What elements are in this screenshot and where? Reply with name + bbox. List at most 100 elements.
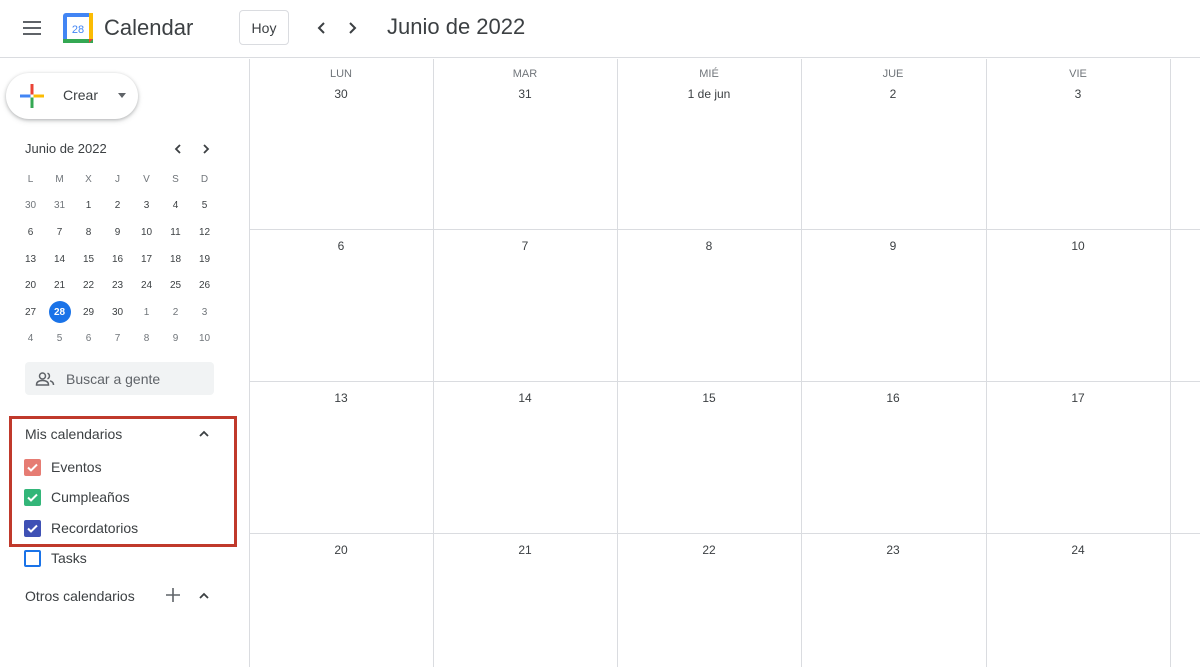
- mini-calendar-day[interactable]: 1: [74, 193, 103, 220]
- grid-line: [1170, 59, 1171, 667]
- day-number[interactable]: 21: [433, 543, 617, 557]
- checkbox-checked-icon[interactable]: [24, 458, 41, 476]
- mini-calendar-day[interactable]: 29: [74, 299, 103, 326]
- grid-line: [249, 381, 1200, 382]
- day-number[interactable]: 22: [617, 543, 801, 557]
- other-calendars-title[interactable]: Otros calendarios: [25, 588, 135, 604]
- mini-calendar-day[interactable]: 30: [103, 299, 132, 326]
- calendar-item-label: Cumpleaños: [51, 489, 130, 505]
- day-number[interactable]: 9: [801, 239, 985, 253]
- mini-calendar-day[interactable]: 20: [16, 272, 45, 299]
- mini-calendar-day[interactable]: 16: [103, 246, 132, 273]
- day-number[interactable]: 24: [986, 543, 1170, 557]
- create-button-label: Crear: [63, 87, 99, 103]
- mini-calendar-day[interactable]: 3: [132, 193, 161, 220]
- mini-calendar-day[interactable]: 27: [16, 299, 45, 326]
- mini-calendar: L M X J V S D 30 31 1 2 3 4 5 6 7 8 9 10 11 12 13 14 15 16 17 18 19…: [16, 166, 219, 352]
- calendar-item-cumpleanos[interactable]: Cumpleaños: [24, 487, 130, 507]
- mini-calendar-day[interactable]: 28: [45, 299, 74, 326]
- app-title: Calendar: [104, 15, 194, 40]
- mini-calendar-day[interactable]: 25: [161, 272, 190, 299]
- mini-calendar-day[interactable]: 2: [161, 299, 190, 326]
- mini-calendar-day[interactable]: 17: [132, 246, 161, 273]
- calendar-item-eventos[interactable]: Eventos: [24, 457, 102, 477]
- day-number[interactable]: 30: [249, 87, 433, 101]
- day-number[interactable]: 1 de jun: [617, 87, 801, 101]
- day-number[interactable]: 6: [249, 239, 433, 253]
- day-number[interactable]: 10: [986, 239, 1170, 253]
- mini-calendar-day[interactable]: 13: [16, 246, 45, 273]
- day-number[interactable]: 16: [801, 391, 985, 405]
- day-number[interactable]: 15: [617, 391, 801, 405]
- next-period-button[interactable]: [338, 14, 366, 42]
- mini-calendar-day[interactable]: 4: [16, 326, 45, 353]
- day-header-tue: MAR: [512, 68, 538, 80]
- mini-calendar-day[interactable]: 30: [16, 193, 45, 220]
- mini-calendar-day[interactable]: 2: [103, 193, 132, 220]
- day-number[interactable]: 3: [986, 87, 1170, 101]
- mini-calendar-day[interactable]: 15: [74, 246, 103, 273]
- people-search-input[interactable]: Buscar a gente: [25, 362, 214, 395]
- mini-calendar-day[interactable]: 24: [132, 272, 161, 299]
- mini-calendar-day[interactable]: 9: [103, 219, 132, 246]
- calendar-item-tasks[interactable]: Tasks: [24, 548, 87, 568]
- day-number[interactable]: 20: [249, 543, 433, 557]
- mini-calendar-day[interactable]: 18: [161, 246, 190, 273]
- day-number[interactable]: 13: [249, 391, 433, 405]
- mini-calendar-previous-button[interactable]: [168, 139, 188, 159]
- mini-calendar-day[interactable]: 21: [45, 272, 74, 299]
- mini-calendar-day[interactable]: 6: [16, 219, 45, 246]
- mini-calendar-day[interactable]: 8: [74, 219, 103, 246]
- day-number[interactable]: 7: [433, 239, 617, 253]
- grid-line: [801, 59, 802, 667]
- mini-calendar-day[interactable]: 31: [45, 193, 74, 220]
- day-number[interactable]: 31: [433, 87, 617, 101]
- my-calendars-collapse-button[interactable]: [194, 424, 214, 444]
- mini-calendar-day[interactable]: 5: [45, 326, 74, 353]
- main-menu-icon[interactable]: [14, 10, 50, 46]
- mini-calendar-week: 6 7 8 9 10 11 12: [16, 219, 219, 246]
- mini-calendar-day[interactable]: 3: [190, 299, 219, 326]
- day-number[interactable]: 14: [433, 391, 617, 405]
- other-calendars-collapse-button[interactable]: [194, 586, 214, 606]
- day-number[interactable]: 8: [617, 239, 801, 253]
- mini-calendar-day[interactable]: 7: [103, 326, 132, 353]
- today-button[interactable]: Hoy: [239, 10, 289, 45]
- mini-calendar-day[interactable]: 11: [161, 219, 190, 246]
- grid-line: [249, 533, 1200, 534]
- mini-calendar-day[interactable]: 10: [190, 326, 219, 353]
- add-calendar-plus-icon[interactable]: [164, 586, 182, 604]
- mini-calendar-day[interactable]: 5: [190, 193, 219, 220]
- mini-calendar-next-button[interactable]: [196, 139, 216, 159]
- day-number[interactable]: 17: [986, 391, 1170, 405]
- mini-calendar-day[interactable]: 23: [103, 272, 132, 299]
- mini-calendar-day[interactable]: 19: [190, 246, 219, 273]
- checkbox-checked-icon[interactable]: [24, 519, 41, 537]
- checkbox-unchecked-icon[interactable]: [24, 549, 41, 567]
- mini-calendar-day[interactable]: 12: [190, 219, 219, 246]
- mini-calendar-day[interactable]: 8: [132, 326, 161, 353]
- mini-calendar-day[interactable]: 7: [45, 219, 74, 246]
- mini-calendar-week: 20 21 22 23 24 25 26: [16, 272, 219, 299]
- mini-calendar-weekday: L: [27, 173, 34, 185]
- mini-calendar-day[interactable]: 9: [161, 326, 190, 353]
- create-button[interactable]: Crear: [6, 73, 138, 119]
- day-number[interactable]: 2: [801, 87, 985, 101]
- calendar-item-recordatorios[interactable]: Recordatorios: [24, 518, 138, 538]
- mini-calendar-weekday: S: [172, 173, 179, 185]
- mini-calendar-day[interactable]: 10: [132, 219, 161, 246]
- mini-calendar-day[interactable]: 22: [74, 272, 103, 299]
- mini-calendar-day[interactable]: 14: [45, 246, 74, 273]
- mini-calendar-day[interactable]: 4: [161, 193, 190, 220]
- day-number[interactable]: 23: [801, 543, 985, 557]
- calendar-item-label: Recordatorios: [51, 520, 139, 536]
- mini-calendar-week: 27 28 29 30 1 2 3: [16, 299, 219, 326]
- grid-line: [433, 59, 434, 667]
- previous-period-button[interactable]: [308, 14, 336, 42]
- mini-calendar-day[interactable]: 26: [190, 272, 219, 299]
- mini-calendar-day[interactable]: 1: [132, 299, 161, 326]
- grid-line: [249, 59, 250, 667]
- checkbox-checked-icon[interactable]: [24, 488, 41, 506]
- my-calendars-title[interactable]: Mis calendarios: [25, 426, 122, 442]
- mini-calendar-day[interactable]: 6: [74, 326, 103, 353]
